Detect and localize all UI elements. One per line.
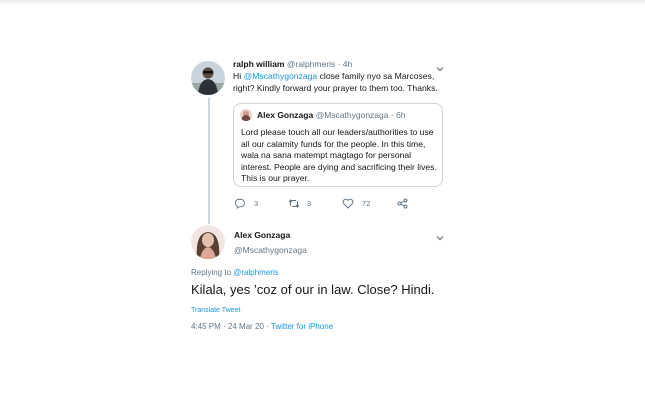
share-button[interactable]: [397, 198, 408, 209]
reply-author-handle[interactable]: @Mscathygonzaga: [234, 245, 307, 256]
quoted-tweet-card[interactable]: Alex Gonzaga @Mscathygonzaga · 6h Lord p…: [233, 103, 443, 187]
comment-icon: [234, 198, 245, 209]
reply-more-button[interactable]: [435, 230, 445, 248]
reply-source[interactable]: Twitter for iPhone: [271, 322, 333, 331]
share-icon: [397, 198, 408, 209]
retweet-button[interactable]: 3: [288, 198, 311, 209]
avatar-alex-gonzaga[interactable]: [191, 225, 225, 259]
tweet-time[interactable]: 4h: [343, 59, 352, 69]
quoted-header: Alex Gonzaga @Mscathygonzaga · 6h: [257, 110, 406, 121]
replying-to-handle[interactable]: @ralphmeris: [233, 268, 278, 277]
reply-text: Kilala, yes ’coz of our in law. Close? H…: [191, 282, 435, 297]
replying-to-label: Replying to: [191, 268, 234, 277]
quoted-avatar: [240, 109, 252, 121]
quoted-text: Lord please touch all our leaders/author…: [241, 127, 441, 185]
quoted-author-handle: @Mscathygonzaga: [315, 110, 389, 120]
quoted-author-name: Alex Gonzaga: [257, 110, 314, 120]
author-handle[interactable]: @ralphmeris: [287, 59, 335, 69]
quoted-time: 6h: [396, 110, 406, 120]
reply-button[interactable]: 3: [234, 198, 258, 209]
reply-timestamp-line: 4:45 PM · 24 Mar 20 · Twitter for iPhone: [191, 322, 333, 332]
like-button[interactable]: 72: [342, 198, 370, 209]
author-name[interactable]: ralph william: [233, 59, 285, 69]
chevron-down-icon: [436, 236, 444, 241]
thread-connector-line: [208, 98, 210, 224]
tweet-text-line2: right? Kindly forward your prayer to the…: [233, 82, 438, 93]
avatar-ralph-william[interactable]: [191, 61, 225, 95]
heart-icon: [342, 198, 354, 209]
reply-timestamp[interactable]: 4:45 PM · 24 Mar 20 ·: [191, 322, 271, 331]
tweet-header: ralph william @ralphmeris · 4h: [233, 59, 352, 70]
tweet-text: Hi @Mscathygonzaga close family nyo sa M…: [233, 71, 448, 94]
dot-separator: ·: [337, 59, 341, 69]
tweet-text-line1: close family nyo sa Marcoses,: [317, 71, 435, 81]
like-count: 72: [362, 199, 371, 208]
top-shadow: [0, 0, 645, 6]
quoted-separator: ·: [390, 110, 394, 120]
replying-to: Replying to @ralphmeris: [191, 268, 279, 278]
reply-count: 3: [254, 199, 259, 208]
retweet-count: 3: [307, 199, 312, 208]
translate-tweet-link[interactable]: Translate Tweet: [191, 306, 240, 315]
quoted-line: Lord please touch all our leaders/author…: [241, 127, 434, 137]
tweet-text-prefix: Hi: [233, 71, 244, 81]
reply-author-name[interactable]: Alex Gonzaga: [234, 230, 290, 241]
tweet-mention[interactable]: @Mscathygonzaga: [244, 71, 318, 81]
retweet-icon: [288, 199, 300, 208]
quoted-line: interest. People are dying and sacrifici…: [241, 161, 437, 172]
quoted-line: This is our prayer.: [241, 173, 310, 183]
quoted-line: wala na sana matempt magtago for persona…: [241, 150, 412, 160]
quoted-line: all our calamity funds for the people. I…: [241, 138, 426, 149]
